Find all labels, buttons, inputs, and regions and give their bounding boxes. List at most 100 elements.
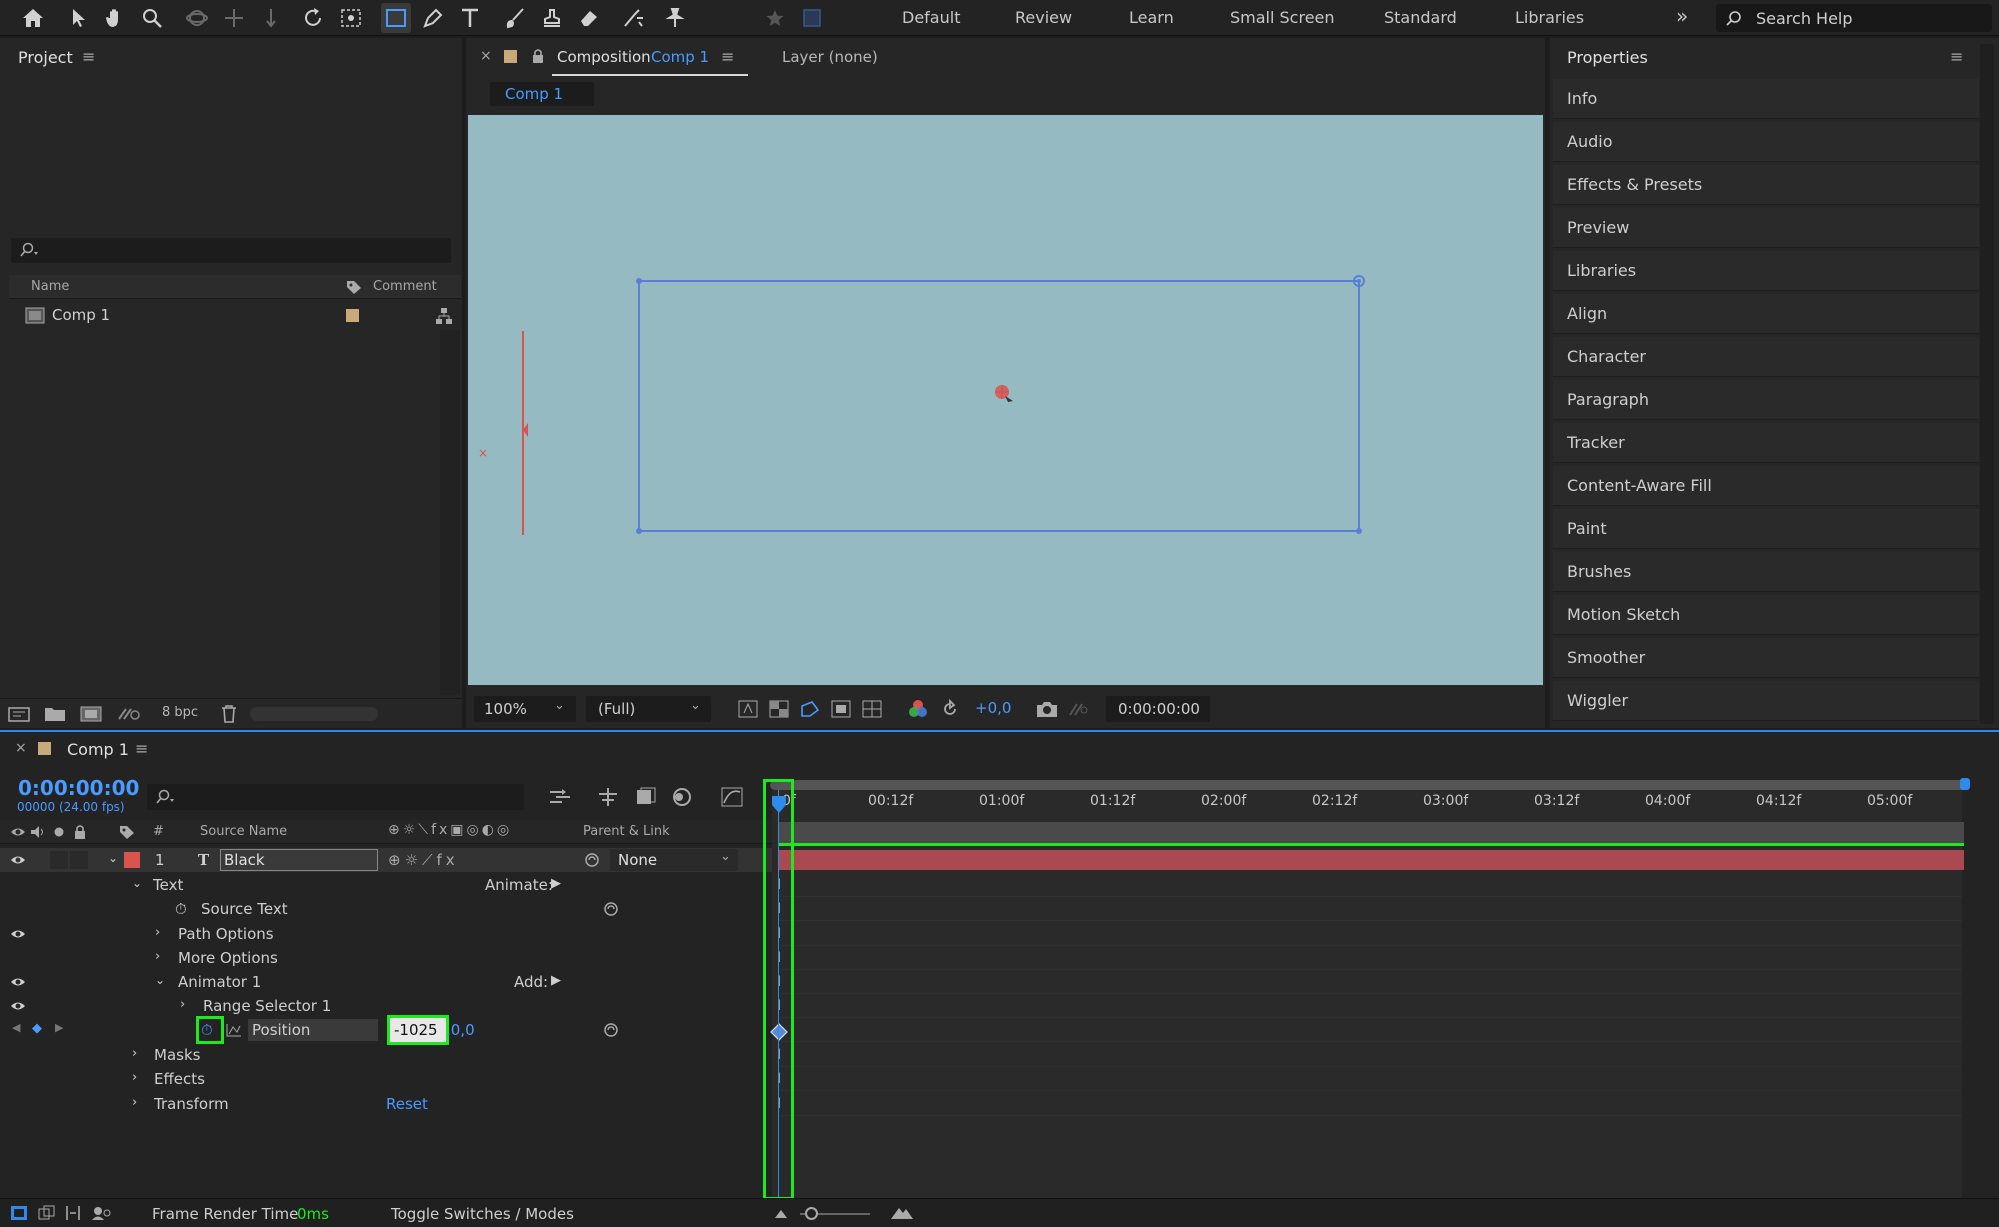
rotation-tool-icon[interactable]: [299, 3, 329, 33]
panel-content-aware-fill[interactable]: Content-Aware Fill: [1553, 466, 1979, 506]
label-tag-icon[interactable]: [118, 824, 136, 840]
current-time-field[interactable]: 0:00:00:00: [1106, 696, 1210, 722]
composition-tab-comp[interactable]: Comp 1: [651, 48, 709, 66]
new-composition-icon[interactable]: [80, 705, 102, 723]
prop-row-more-options[interactable]: › More Options: [0, 946, 772, 970]
position-x-input[interactable]: -1025: [387, 1015, 449, 1045]
type-tool-icon[interactable]: [455, 3, 485, 33]
solo-switch[interactable]: [50, 851, 68, 869]
panel-paragraph[interactable]: Paragraph: [1553, 380, 1979, 420]
new-folder-icon[interactable]: [44, 705, 66, 723]
label-color-swatch[interactable]: [346, 309, 359, 322]
prev-keyframe-icon[interactable]: ◀: [12, 1021, 20, 1034]
more-workspaces-icon[interactable]: »: [1676, 4, 1688, 28]
stopwatch-icon[interactable]: ⏱: [201, 1021, 213, 1039]
mask-path-visibility-icon[interactable]: [800, 700, 820, 718]
layer-switches[interactable]: ⊕☼⟋fx: [388, 851, 459, 869]
panel-libraries[interactable]: Libraries: [1553, 251, 1979, 291]
lock-switch[interactable]: [70, 851, 88, 869]
panel-align[interactable]: Align: [1553, 294, 1979, 334]
zoom-tool-icon[interactable]: [137, 3, 167, 33]
timeline-zoom-slider-thumb[interactable]: [805, 1207, 818, 1220]
layer-viewer-tab[interactable]: Layer (none): [782, 48, 878, 66]
work-area-end-handle[interactable]: [1960, 778, 1970, 790]
region-of-interest-icon[interactable]: [831, 700, 851, 718]
properties-scrollbar[interactable]: [1980, 44, 1994, 724]
graph-editor-icon[interactable]: [720, 786, 744, 808]
frame-blending-icon[interactable]: [634, 786, 658, 808]
workspace-default[interactable]: Default: [902, 8, 960, 27]
search-help-field[interactable]: Search Help: [1716, 4, 1992, 32]
project-search-input[interactable]: [11, 238, 451, 263]
panel-preview[interactable]: Preview: [1553, 208, 1979, 248]
pickwhip-icon[interactable]: [583, 852, 601, 868]
channel-icon[interactable]: [908, 699, 928, 719]
panel-menu-icon[interactable]: ≡: [82, 47, 95, 66]
snapshot-camera-icon[interactable]: [1036, 700, 1058, 718]
prop-row-source-text[interactable]: ⏱ Source Text: [0, 897, 772, 921]
workspace-learn[interactable]: Learn: [1129, 8, 1174, 27]
layer-label-color[interactable]: [124, 852, 140, 868]
selection-tool-icon[interactable]: [64, 3, 94, 33]
grid-guides-icon[interactable]: [862, 700, 882, 718]
pen-tool-icon[interactable]: [418, 3, 448, 33]
timeline-search-input[interactable]: [147, 784, 524, 810]
prop-row-effects[interactable]: › Effects: [0, 1067, 772, 1091]
eye-icon[interactable]: [10, 853, 26, 867]
prop-row-text[interactable]: ⌄ Text Animate: ▶: [0, 873, 772, 897]
chevron-right-icon[interactable]: ›: [155, 949, 160, 964]
keyframe-diamond-icon[interactable]: ◆: [32, 1021, 42, 1036]
flowchart-icon[interactable]: [435, 307, 453, 325]
comp-navigator-tab[interactable]: Comp 1: [490, 82, 594, 106]
star-icon[interactable]: [760, 3, 790, 33]
panel-paint[interactable]: Paint: [1553, 509, 1979, 549]
chevron-right-icon[interactable]: ›: [180, 997, 185, 1012]
render-time-toggle-icon[interactable]: [90, 1205, 112, 1221]
interpret-footage-icon[interactable]: [8, 705, 30, 723]
prop-row-range-selector[interactable]: › Range Selector 1: [0, 994, 772, 1018]
project-settings-icon[interactable]: [116, 705, 142, 723]
prop-row-transform[interactable]: › Transform Reset: [0, 1092, 772, 1116]
toggle-switches-modes-button[interactable]: Toggle Switches / Modes: [391, 1205, 574, 1223]
resolution-dropdown[interactable]: (Full) ⌄: [586, 696, 711, 722]
home-icon[interactable]: [18, 3, 48, 33]
composition-viewer[interactable]: ×: [468, 115, 1543, 685]
prop-row-path-options[interactable]: › Path Options: [0, 922, 772, 946]
transfer-controls-icon[interactable]: [38, 1205, 56, 1221]
panel-wiggler[interactable]: Wiggler: [1553, 681, 1979, 721]
chevron-right-icon[interactable]: ›: [132, 1070, 137, 1085]
brush-tool-icon[interactable]: [500, 3, 530, 33]
clone-stamp-icon[interactable]: [537, 3, 567, 33]
chevron-right-icon[interactable]: ›: [132, 1095, 137, 1110]
eye-icon[interactable]: [10, 999, 26, 1013]
layer-name-field[interactable]: Black: [220, 849, 378, 871]
project-item-comp1[interactable]: Comp 1: [9, 302, 461, 330]
trash-icon[interactable]: [220, 704, 238, 724]
close-tab-icon[interactable]: ×: [15, 740, 27, 756]
panel-menu-icon[interactable]: ≡: [721, 47, 734, 66]
color-depth-label[interactable]: 8 bpc: [162, 705, 198, 720]
panel-menu-icon[interactable]: ≡: [135, 739, 148, 758]
motion-blur-icon[interactable]: [670, 786, 694, 808]
thumbnail-size-slider[interactable]: [250, 707, 378, 721]
pickwhip-icon[interactable]: [602, 1022, 620, 1038]
composition-tab-label[interactable]: Composition: [557, 48, 651, 66]
column-source-name[interactable]: Source Name: [200, 824, 287, 839]
column-comment[interactable]: Comment: [373, 279, 437, 294]
show-snapshot-icon[interactable]: [1067, 700, 1089, 718]
work-area-bar[interactable]: [770, 780, 1968, 790]
pickwhip-icon[interactable]: [602, 901, 620, 917]
hand-tool-icon[interactable]: [100, 3, 130, 33]
comp-duration-bar[interactable]: [778, 822, 1964, 844]
rectangle-tool-icon[interactable]: [381, 3, 411, 33]
panel-character[interactable]: Character: [1553, 337, 1979, 377]
workspace-standard[interactable]: Standard: [1384, 8, 1457, 27]
transform-reset-link[interactable]: Reset: [386, 1095, 428, 1113]
panel-menu-icon[interactable]: ≡: [1950, 47, 1963, 66]
fast-previews-icon[interactable]: [738, 700, 758, 718]
prop-row-position[interactable]: ◀ ◆ ▶ ⏱ Position -1025 ,0,0: [0, 1015, 772, 1045]
next-keyframe-icon[interactable]: ▶: [55, 1021, 63, 1034]
chevron-down-icon[interactable]: ⌄: [108, 851, 118, 865]
column-parent-link[interactable]: Parent & Link: [583, 824, 670, 839]
eraser-tool-icon[interactable]: [574, 3, 604, 33]
